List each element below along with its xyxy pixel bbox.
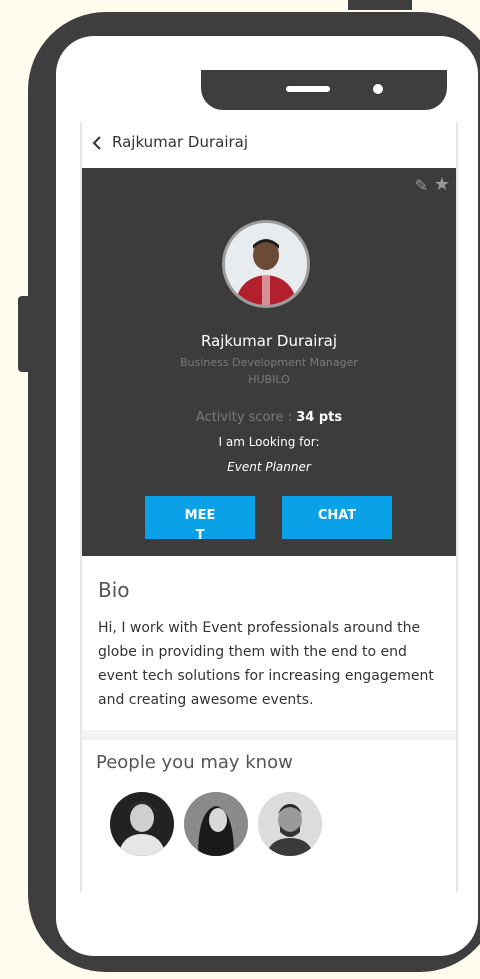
chat-button[interactable]: CHAT (282, 496, 392, 539)
person-avatar-3[interactable] (258, 792, 322, 856)
meet-button[interactable]: MEET (145, 496, 255, 543)
person-avatar-1[interactable] (110, 792, 174, 856)
section-divider (82, 730, 456, 740)
people-heading: People you may know (96, 752, 293, 773)
looking-for-value: Event Planner (227, 460, 311, 474)
profile-name: Rajkumar Durairaj (200, 332, 338, 350)
top-bar: Rajkumar Durairaj (82, 122, 456, 168)
phone-side-button (18, 296, 28, 372)
phone-notch (201, 70, 447, 110)
looking-for-label: I am Looking for: (218, 435, 320, 449)
decorative-block (348, 0, 412, 10)
star-icon[interactable]: ★ (434, 174, 450, 195)
activity-score: Activity score : 34 pts (82, 410, 456, 425)
activity-label: Activity score : (195, 410, 297, 425)
profile-page: Rajkumar Durairaj ✎ ★ Rajkumar Durairaj … (80, 122, 458, 892)
page-title: Rajkumar Durairaj (112, 133, 249, 151)
chat-button-label: CHAT (317, 508, 357, 523)
person-avatar-2[interactable] (184, 792, 248, 856)
bio-text: Hi, I work with Event professionals arou… (98, 620, 434, 708)
company-name: HUBILO (248, 373, 290, 386)
speaker-grill (286, 86, 330, 92)
chevron-left-icon[interactable] (90, 134, 110, 154)
phone-screen: Rajkumar Durairaj ✎ ★ Rajkumar Durairaj … (56, 36, 478, 956)
bio-heading: Bio (98, 578, 130, 602)
pencil-icon[interactable]: ✎ (415, 176, 428, 195)
profile-card: ✎ ★ Rajkumar Durairaj Business Developme… (82, 168, 456, 556)
activity-value: 34 pts (296, 410, 343, 425)
job-title: Business Development Manager (180, 356, 358, 369)
meet-button-label: MEET (184, 508, 216, 543)
avatar (222, 220, 310, 308)
front-camera (373, 84, 383, 94)
